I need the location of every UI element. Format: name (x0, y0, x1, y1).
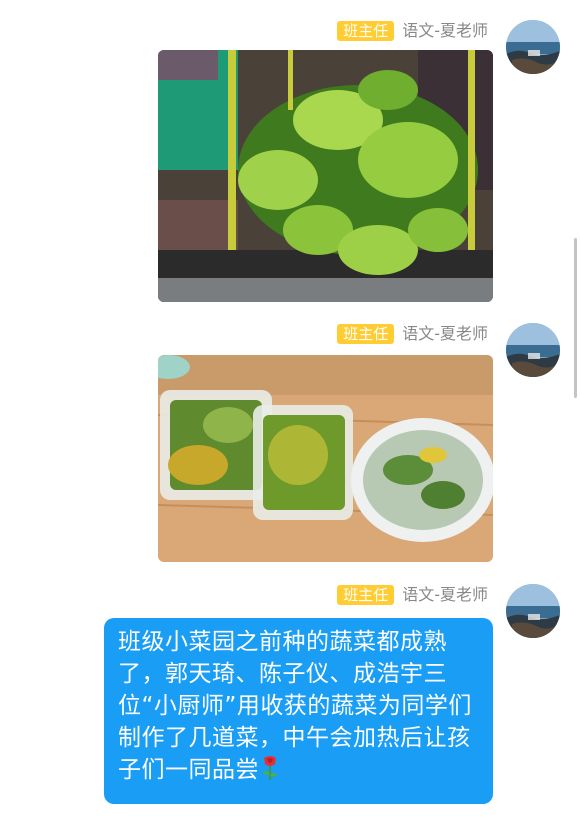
avatar[interactable] (506, 584, 560, 638)
message-header: 班主任 语文-夏老师 (337, 20, 488, 42)
cooked-dishes-photo[interactable] (158, 355, 493, 562)
rose-icon (261, 755, 279, 790)
avatar[interactable] (506, 20, 560, 74)
role-badge: 班主任 (337, 324, 395, 344)
vegetable-garden-photo[interactable] (158, 50, 493, 302)
role-badge: 班主任 (337, 21, 395, 41)
role-badge: 班主任 (337, 585, 395, 605)
sender-name[interactable]: 语文-夏老师 (402, 323, 488, 345)
message-bubble[interactable]: 班级小菜园之前种的蔬菜都成熟了，郭天琦、陈子仪、成浩宇三位“小厨师”用收获的蔬菜… (104, 618, 493, 804)
scrollbar[interactable] (574, 238, 577, 398)
sender-name[interactable]: 语文-夏老师 (402, 584, 488, 606)
message-header: 班主任 语文-夏老师 (337, 323, 488, 345)
message-header: 班主任 语文-夏老师 (337, 584, 488, 606)
avatar[interactable] (506, 323, 560, 377)
message-text: 班级小菜园之前种的蔬菜都成熟了，郭天琦、陈子仪、成浩宇三位“小厨师”用收获的蔬菜… (118, 629, 472, 783)
sender-name[interactable]: 语文-夏老师 (402, 20, 488, 42)
